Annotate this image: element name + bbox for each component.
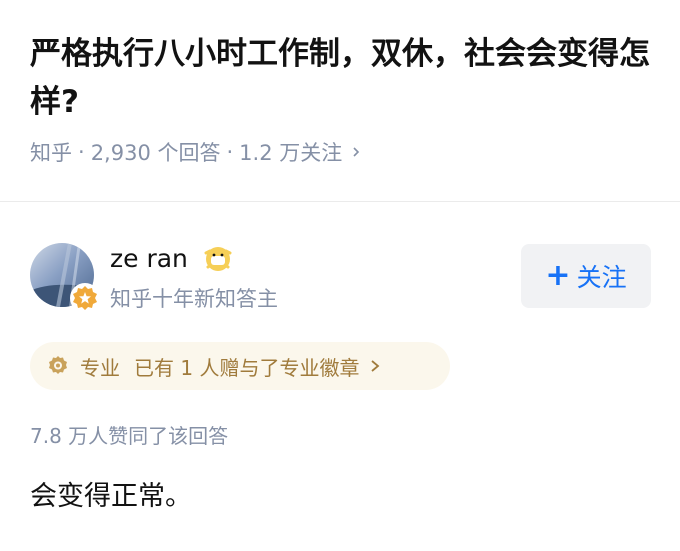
meta-separator: · [78,140,85,164]
divider [0,201,680,202]
follow-label: 关注 [576,263,627,292]
follower-count: 1.2 万关注 [239,141,343,165]
chevron-right-icon [353,147,360,157]
emoji-icon [204,247,232,271]
author-description: 知乎十年新知答主 [110,287,278,311]
pro-badge-icon [49,356,67,374]
author-name[interactable]: ze ran [110,244,188,273]
professional-badge-pill[interactable]: 专业 已有 1 人赠与了专业徽章 [30,342,450,390]
plus-icon: + [545,258,571,293]
meta-separator: · [226,140,234,164]
answer-body: 会变得正常。 [30,481,192,512]
upvote-count: 7.8 万人赞同了该回答 [30,424,229,448]
question-meta[interactable]: 知乎 · 2,930 个回答 · 1.2 万关注 [30,137,362,167]
pro-tag: 专业 [80,355,120,380]
chevron-right-icon [371,360,380,372]
question-source: 知乎 [30,141,72,165]
answer-count: 2,930 个回答 [90,141,221,165]
follow-button[interactable]: + 关注 [521,244,651,308]
avatar-badge-icon [70,283,100,313]
pro-badge-text: 已有 1 人赠与了专业徽章 [134,355,360,380]
question-title[interactable]: 严格执行八小时工作制，双休，社会会变得怎样? [30,30,650,126]
